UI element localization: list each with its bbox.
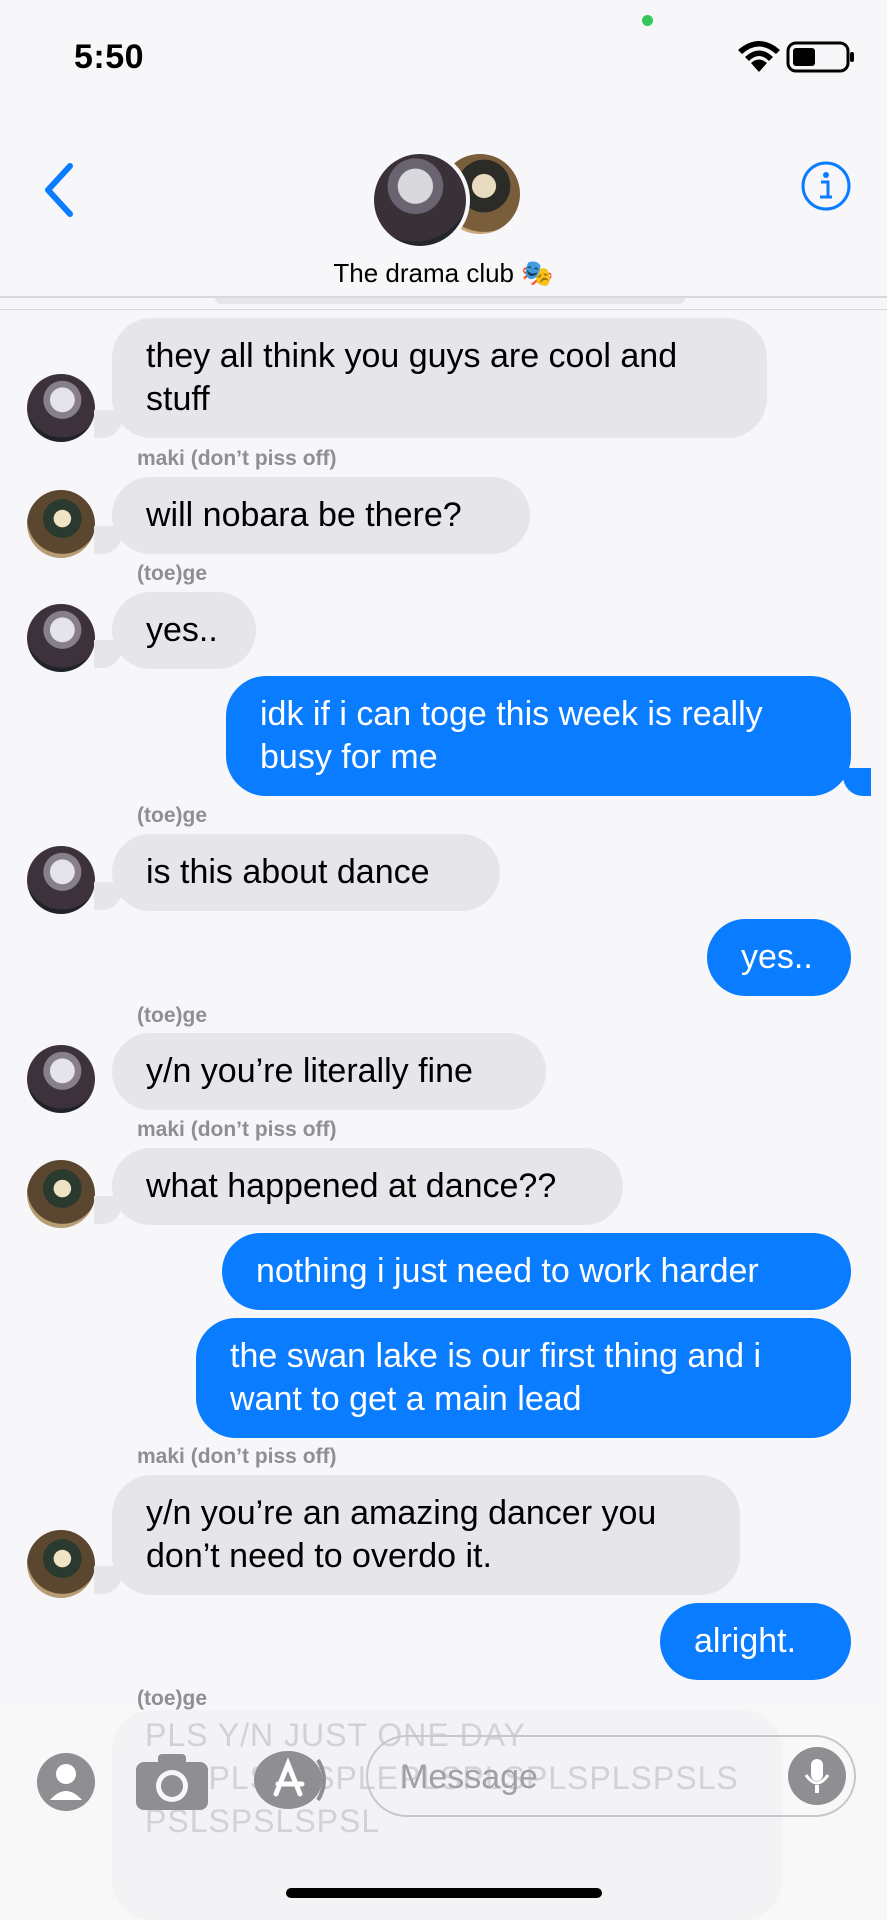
battery-icon [786, 41, 854, 73]
group-avatar-primary[interactable] [370, 150, 470, 250]
sender-name: (toe)ge [137, 1004, 207, 1027]
avatar[interactable] [27, 604, 95, 672]
app-store-icon[interactable] [252, 1748, 332, 1812]
sender-name: maki (don’t piss off) [137, 1445, 337, 1468]
contact-icon[interactable] [36, 1752, 96, 1812]
camera-icon[interactable] [134, 1750, 210, 1812]
message-list[interactable]: they all think you guys are cool and stu… [0, 298, 887, 1710]
message-bubble[interactable]: y/n you’re an amazing dancer you don’t n… [112, 1475, 740, 1595]
home-indicator[interactable] [286, 1888, 602, 1898]
avatar[interactable] [27, 1530, 95, 1598]
avatar[interactable] [27, 846, 95, 914]
message-bubble[interactable]: alright. [660, 1603, 851, 1680]
message-bubble[interactable]: the swan lake is our first thing and i w… [196, 1318, 851, 1438]
message-bubble[interactable]: yes.. [112, 592, 256, 669]
message-bubble[interactable]: will nobara be there? [112, 477, 530, 554]
message-bubble[interactable]: yes.. [707, 919, 851, 996]
avatar[interactable] [27, 1160, 95, 1228]
message-bubble[interactable]: they all think you guys are cool and stu… [112, 318, 767, 438]
status-bar: 5:50 [0, 0, 887, 110]
wifi-icon [738, 41, 780, 72]
status-time: 5:50 [74, 38, 145, 76]
conversation-header: The drama club 🎭 [0, 110, 887, 310]
cropped-bubble-edge [215, 298, 685, 304]
chat-name[interactable]: The drama club 🎭 [0, 258, 887, 289]
message-input[interactable] [398, 1751, 762, 1803]
sender-name: (toe)ge [137, 1687, 207, 1710]
microphone-button[interactable] [788, 1747, 846, 1805]
message-field[interactable] [366, 1735, 856, 1817]
avatar[interactable] [27, 490, 95, 558]
sender-name: maki (don’t piss off) [137, 447, 337, 470]
info-icon[interactable] [800, 160, 852, 212]
message-bubble[interactable]: idk if i can toge this week is really bu… [226, 676, 851, 796]
sender-name: (toe)ge [137, 562, 207, 585]
sender-name: (toe)ge [137, 804, 207, 827]
message-bubble[interactable]: y/n you’re literally fine [112, 1033, 546, 1110]
chevron-left-icon[interactable] [40, 160, 80, 220]
recording-indicator [642, 15, 653, 26]
avatar[interactable] [27, 1045, 95, 1113]
sender-name: maki (don’t piss off) [137, 1118, 337, 1141]
microphone-icon [804, 1759, 830, 1793]
avatar[interactable] [27, 374, 95, 442]
message-bubble[interactable]: nothing i just need to work harder [222, 1233, 851, 1310]
message-bubble[interactable]: what happened at dance?? [112, 1148, 623, 1225]
message-bubble[interactable]: is this about dance [112, 834, 500, 911]
